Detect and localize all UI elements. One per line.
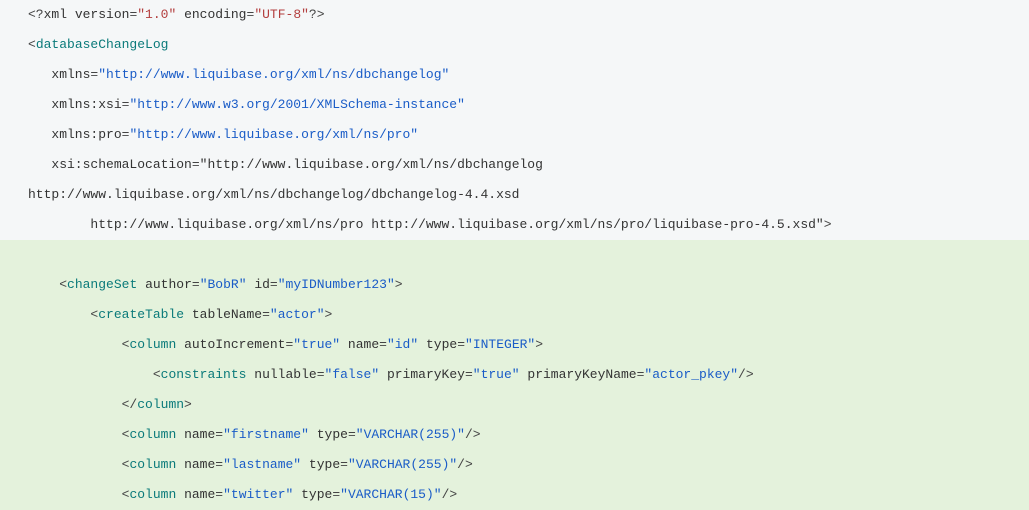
createtable-line: <createTable tableName="actor"> [28, 307, 332, 322]
col3-line: <column name="lastname" type="VARCHAR(25… [28, 457, 473, 472]
changeset-line: <changeSet author="BobR" id="myIDNumber1… [28, 277, 403, 292]
xmlns-line: xmlns="http://www.liquibase.org/xml/ns/d… [28, 67, 449, 82]
schema-loc-line3: http://www.liquibase.org/xml/ns/pro http… [28, 217, 832, 232]
xmlns-xsi-line: xmlns:xsi="http://www.w3.org/2001/XMLSch… [28, 97, 465, 112]
xml-decl-line: <?xml version="1.0" encoding="UTF-8"?> [28, 7, 325, 22]
schema-loc-line1: xsi:schemaLocation="http://www.liquibase… [28, 157, 543, 172]
xmlns-pro-line: xmlns:pro="http://www.liquibase.org/xml/… [28, 127, 418, 142]
root-open-line: <databaseChangeLog [28, 37, 168, 52]
col4-line: <column name="twitter" type="VARCHAR(15)… [28, 487, 457, 502]
schema-loc-line2: http://www.liquibase.org/xml/ns/dbchange… [28, 187, 519, 202]
highlight-block: <changeSet author="BobR" id="myIDNumber1… [0, 240, 1029, 510]
col2-line: <column name="firstname" type="VARCHAR(2… [28, 427, 481, 442]
col1-close-line: </column> [28, 397, 192, 412]
constraints-line: <constraints nullable="false" primaryKey… [28, 367, 754, 382]
code-block: <?xml version="1.0" encoding="UTF-8"?> <… [0, 0, 1029, 510]
col1-open-line: <column autoIncrement="true" name="id" t… [28, 337, 543, 352]
